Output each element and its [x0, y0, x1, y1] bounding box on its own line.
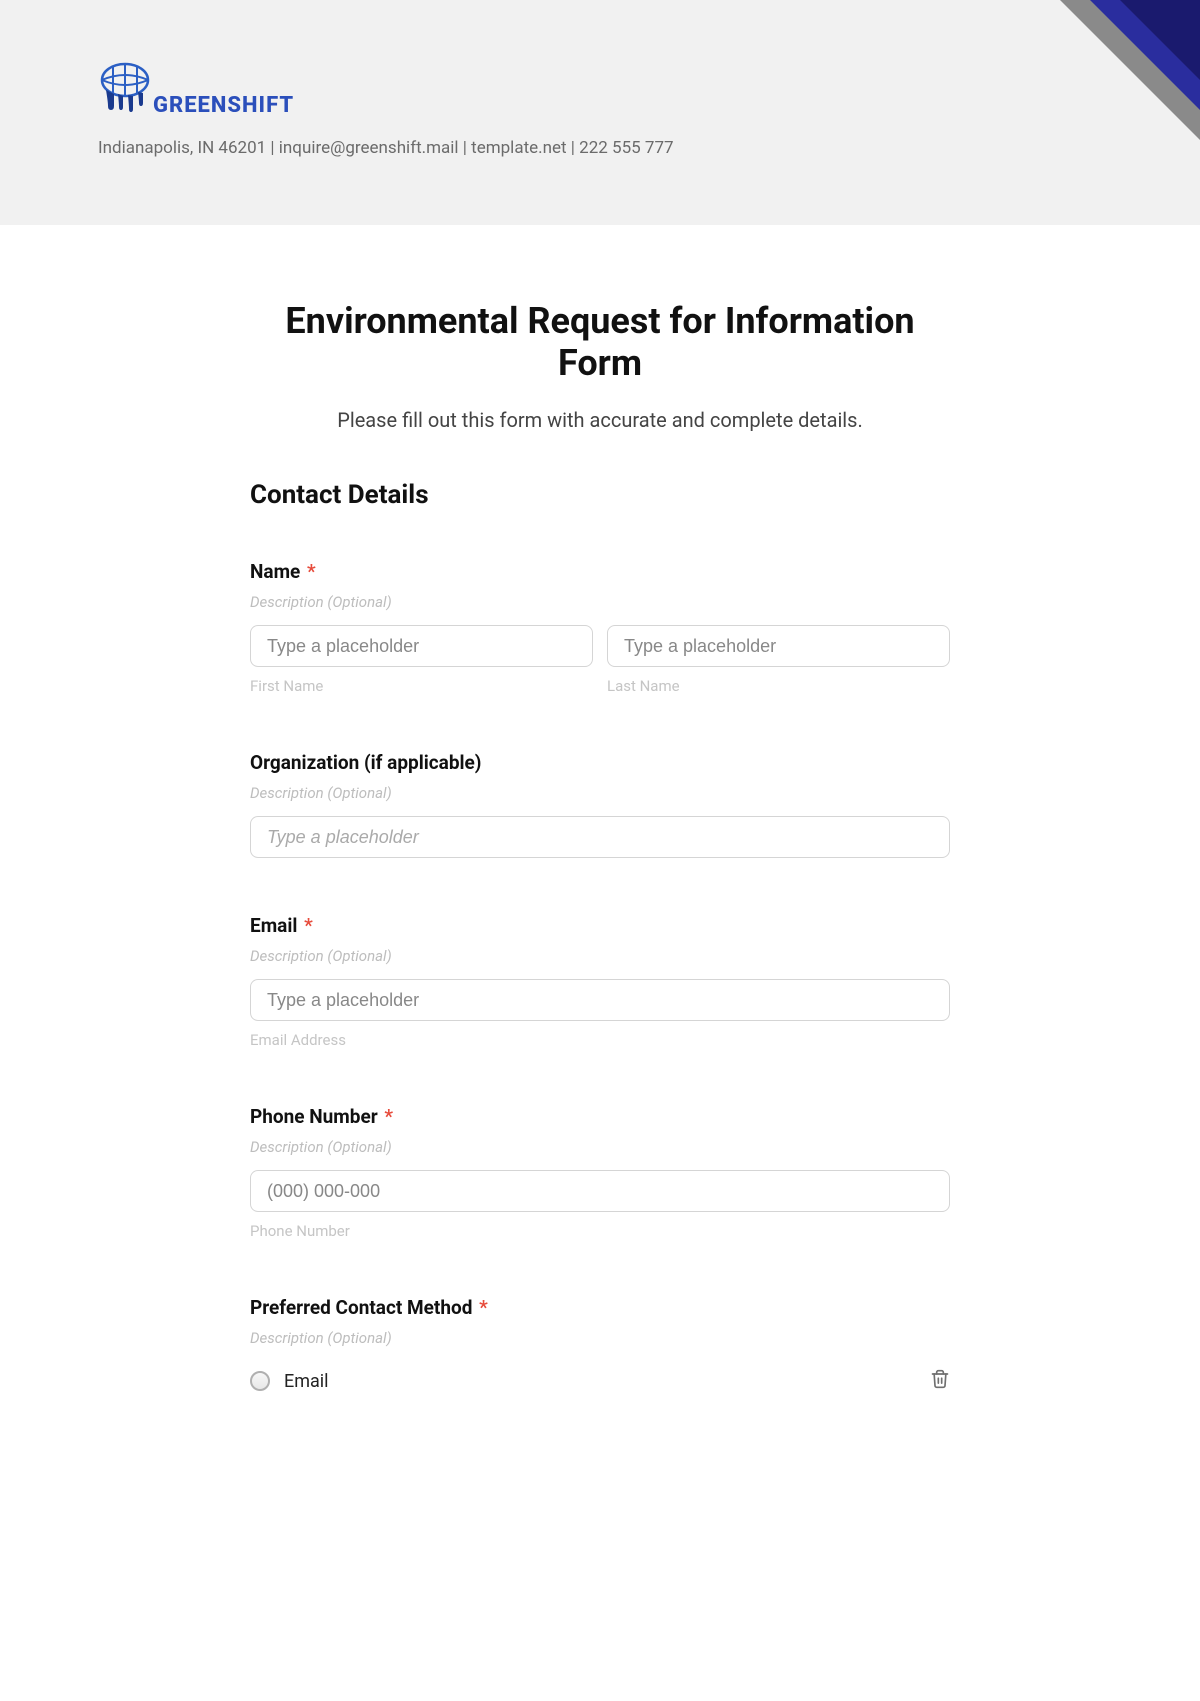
- first-name-input[interactable]: [250, 625, 593, 667]
- first-name-sublabel: First Name: [250, 677, 593, 695]
- form-subtitle: Please fill out this form with accurate …: [250, 408, 950, 432]
- field-name: Name * Description (Optional) First Name…: [250, 560, 950, 695]
- email-description: Description (Optional): [250, 947, 950, 965]
- phone-input[interactable]: [250, 1170, 950, 1212]
- header-contact-line: Indianapolis, IN 46201 | inquire@greensh…: [98, 138, 674, 158]
- field-preferred-contact: Preferred Contact Method * Description (…: [250, 1296, 950, 1401]
- organization-description: Description (Optional): [250, 784, 950, 802]
- radio-option-email: Email: [250, 1361, 950, 1401]
- email-label-text: Email: [250, 914, 297, 937]
- email-input[interactable]: [250, 979, 950, 1021]
- header-decoration: [780, 0, 1200, 225]
- logo-area: GREENSHIFT Indianapolis, IN 46201 | inqu…: [98, 62, 674, 158]
- phone-description: Description (Optional): [250, 1138, 950, 1156]
- phone-label: Phone Number *: [250, 1105, 950, 1128]
- preferred-label: Preferred Contact Method *: [250, 1296, 950, 1319]
- field-organization: Organization (if applicable) Description…: [250, 751, 950, 858]
- section-contact-title: Contact Details: [250, 480, 950, 510]
- last-name-input[interactable]: [607, 625, 950, 667]
- field-phone: Phone Number * Description (Optional) Ph…: [250, 1105, 950, 1240]
- name-label-text: Name: [250, 560, 300, 583]
- phone-label-text: Phone Number: [250, 1105, 378, 1128]
- phone-sublabel: Phone Number: [250, 1222, 950, 1240]
- name-description: Description (Optional): [250, 593, 950, 611]
- organization-label-text: Organization (if applicable): [250, 751, 481, 774]
- preferred-description: Description (Optional): [250, 1329, 950, 1347]
- field-email: Email * Description (Optional) Email Add…: [250, 914, 950, 1049]
- required-star: *: [304, 914, 313, 937]
- organization-input[interactable]: [250, 816, 950, 858]
- email-label: Email *: [250, 914, 950, 937]
- form-content: Environmental Request for Information Fo…: [190, 225, 1010, 1497]
- name-label: Name *: [250, 560, 950, 583]
- radio-email[interactable]: [250, 1371, 270, 1391]
- required-star: *: [479, 1296, 488, 1319]
- brand-name: GREENSHIFT: [153, 93, 674, 118]
- radio-email-label: Email: [284, 1371, 329, 1392]
- form-title: Environmental Request for Information Fo…: [250, 300, 950, 384]
- preferred-label-text: Preferred Contact Method: [250, 1296, 472, 1319]
- trash-icon[interactable]: [930, 1369, 950, 1393]
- email-sublabel: Email Address: [250, 1031, 950, 1049]
- organization-label: Organization (if applicable): [250, 751, 950, 774]
- required-star: *: [384, 1105, 393, 1128]
- required-star: *: [307, 560, 316, 583]
- last-name-sublabel: Last Name: [607, 677, 950, 695]
- header-banner: GREENSHIFT Indianapolis, IN 46201 | inqu…: [0, 0, 1200, 225]
